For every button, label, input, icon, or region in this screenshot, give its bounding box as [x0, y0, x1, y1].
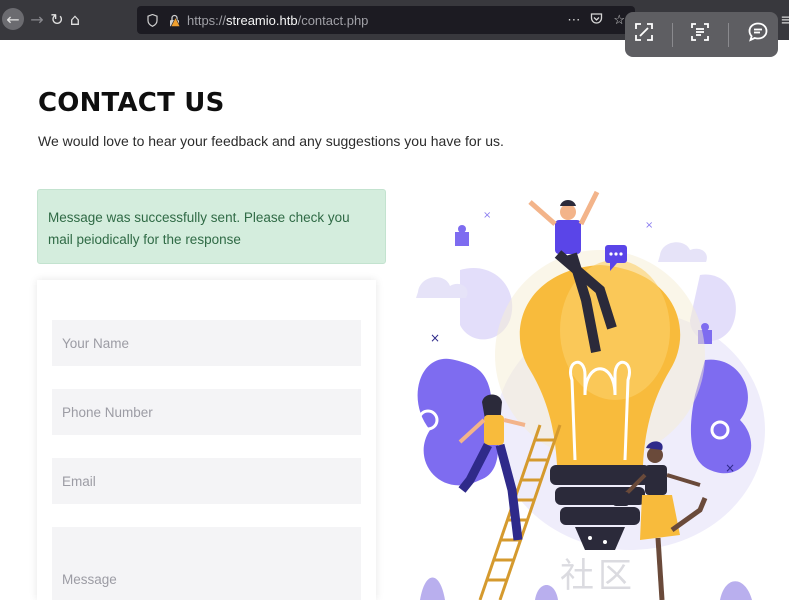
reload-icon: ↻: [50, 9, 64, 29]
pocket-icon[interactable]: [590, 12, 603, 28]
chat-icon[interactable]: [747, 21, 769, 48]
svg-text:×: ×: [430, 331, 440, 345]
back-button[interactable]: ←: [2, 8, 24, 30]
hamburger-icon: ≡: [780, 9, 789, 29]
cloud: [416, 277, 468, 298]
page-title: CONTACT US: [38, 88, 225, 118]
overlay-divider: [671, 22, 673, 47]
overlay-divider: [728, 22, 730, 47]
svg-text:×: ×: [725, 461, 735, 475]
success-alert: Message was successfully sent. Please ch…: [37, 189, 386, 264]
text-recognition-icon[interactable]: [690, 22, 710, 47]
page-actions-menu[interactable]: ⋯: [567, 12, 580, 28]
forward-button[interactable]: →: [26, 8, 48, 30]
insecure-lock-icon[interactable]: [167, 13, 181, 27]
url-text[interactable]: https://streamio.htb/contact.php: [187, 13, 368, 28]
home-button[interactable]: ⌂: [64, 8, 86, 30]
url-bar[interactable]: https://streamio.htb/contact.php ⋯ ☆: [137, 6, 635, 34]
expand-icon[interactable]: [634, 22, 654, 47]
url-path: /contact.php: [297, 12, 369, 28]
phone-input[interactable]: [52, 389, 361, 435]
plant: [420, 577, 445, 600]
cloud: [658, 242, 707, 262]
svg-text:×: ×: [645, 220, 653, 231]
success-message: Message was successfully sent. Please ch…: [48, 210, 350, 247]
url-host: streamio.htb: [226, 12, 298, 28]
contact-form: [37, 280, 376, 600]
name-input[interactable]: [52, 320, 361, 366]
home-icon: ⌂: [69, 9, 81, 29]
page-subtitle: We would love to hear your feedback and …: [38, 133, 504, 149]
plant: [720, 581, 752, 600]
email-input[interactable]: [52, 458, 361, 504]
screenshot-tools-overlay: [625, 12, 778, 57]
watermark-text: 社区: [560, 556, 636, 596]
bulb-base: [550, 465, 650, 485]
bookmark-star-icon[interactable]: ☆: [613, 12, 625, 28]
shield-icon: [145, 13, 159, 27]
forward-arrow-icon: →: [30, 9, 44, 29]
url-scheme: https://: [187, 12, 227, 28]
message-textarea[interactable]: [52, 527, 361, 600]
lightbulb-idea-illustration: × × × ×: [416, 190, 765, 600]
puzzle-piece: [455, 232, 469, 246]
svg-text:×: ×: [483, 210, 491, 221]
plant: [535, 585, 558, 600]
back-arrow-icon: ←: [6, 9, 20, 29]
bulb-base: [560, 507, 640, 525]
